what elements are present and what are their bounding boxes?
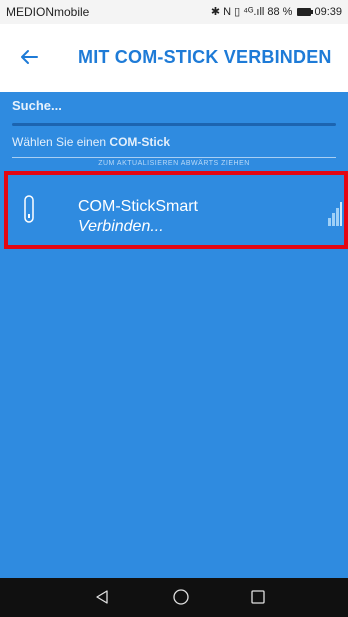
signal-bars-icon [328,202,342,226]
select-prompt-text: Wählen Sie einen [12,135,110,149]
carrier-name: MEDIONmobile [6,5,90,19]
system-nav-bar [0,578,348,617]
device-name: COM-StickSmart [78,198,198,215]
battery-icon [297,7,314,16]
page-title: MIT COM-STICK VERBINDEN [78,47,332,67]
screen: MEDIONmobile ✱ N ▯ ⁴ᴳ.ıll 88 % 09:39 MIT… [0,0,348,617]
status-indicators: ✱ N ▯ ⁴ᴳ.ıll 88 % 09:39 [210,5,342,19]
pull-to-refresh-hint: ZUM AKTUALISIEREN ABWÄRTS ZIEHEN [98,160,250,167]
device-connection-status: Verbinden... [78,218,164,235]
device-list-panel[interactable]: Suche... Wählen Sie einen COM-Stick ZUM … [0,92,348,578]
select-prompt-emphasis: COM-Stick [109,135,171,149]
divider [12,157,336,158]
arrow-left-icon [21,50,38,64]
clock: 09:39 [314,5,342,18]
status-bar: MEDIONmobile ✱ N ▯ ⁴ᴳ.ıll 88 % 09:39 [0,0,348,24]
nav-back-icon[interactable] [94,589,110,605]
search-status: Suche... [12,98,62,113]
usb-stick-icon [24,195,34,223]
battery-percent: 88 % [267,5,293,18]
select-prompt: Wählen Sie einen COM-Stick [12,135,170,149]
connectivity-icons: ✱ N ▯ ⁴ᴳ.ıll [210,6,265,18]
device-list-item[interactable]: COM-StickSmart Verbinden... [4,171,348,249]
nav-recent-icon[interactable] [250,589,266,605]
nav-home-icon[interactable] [172,588,190,606]
search-progress-bar [12,123,336,126]
back-arrow-icon[interactable] [14,42,44,72]
app-bar: MIT COM-STICK VERBINDEN [0,24,348,93]
